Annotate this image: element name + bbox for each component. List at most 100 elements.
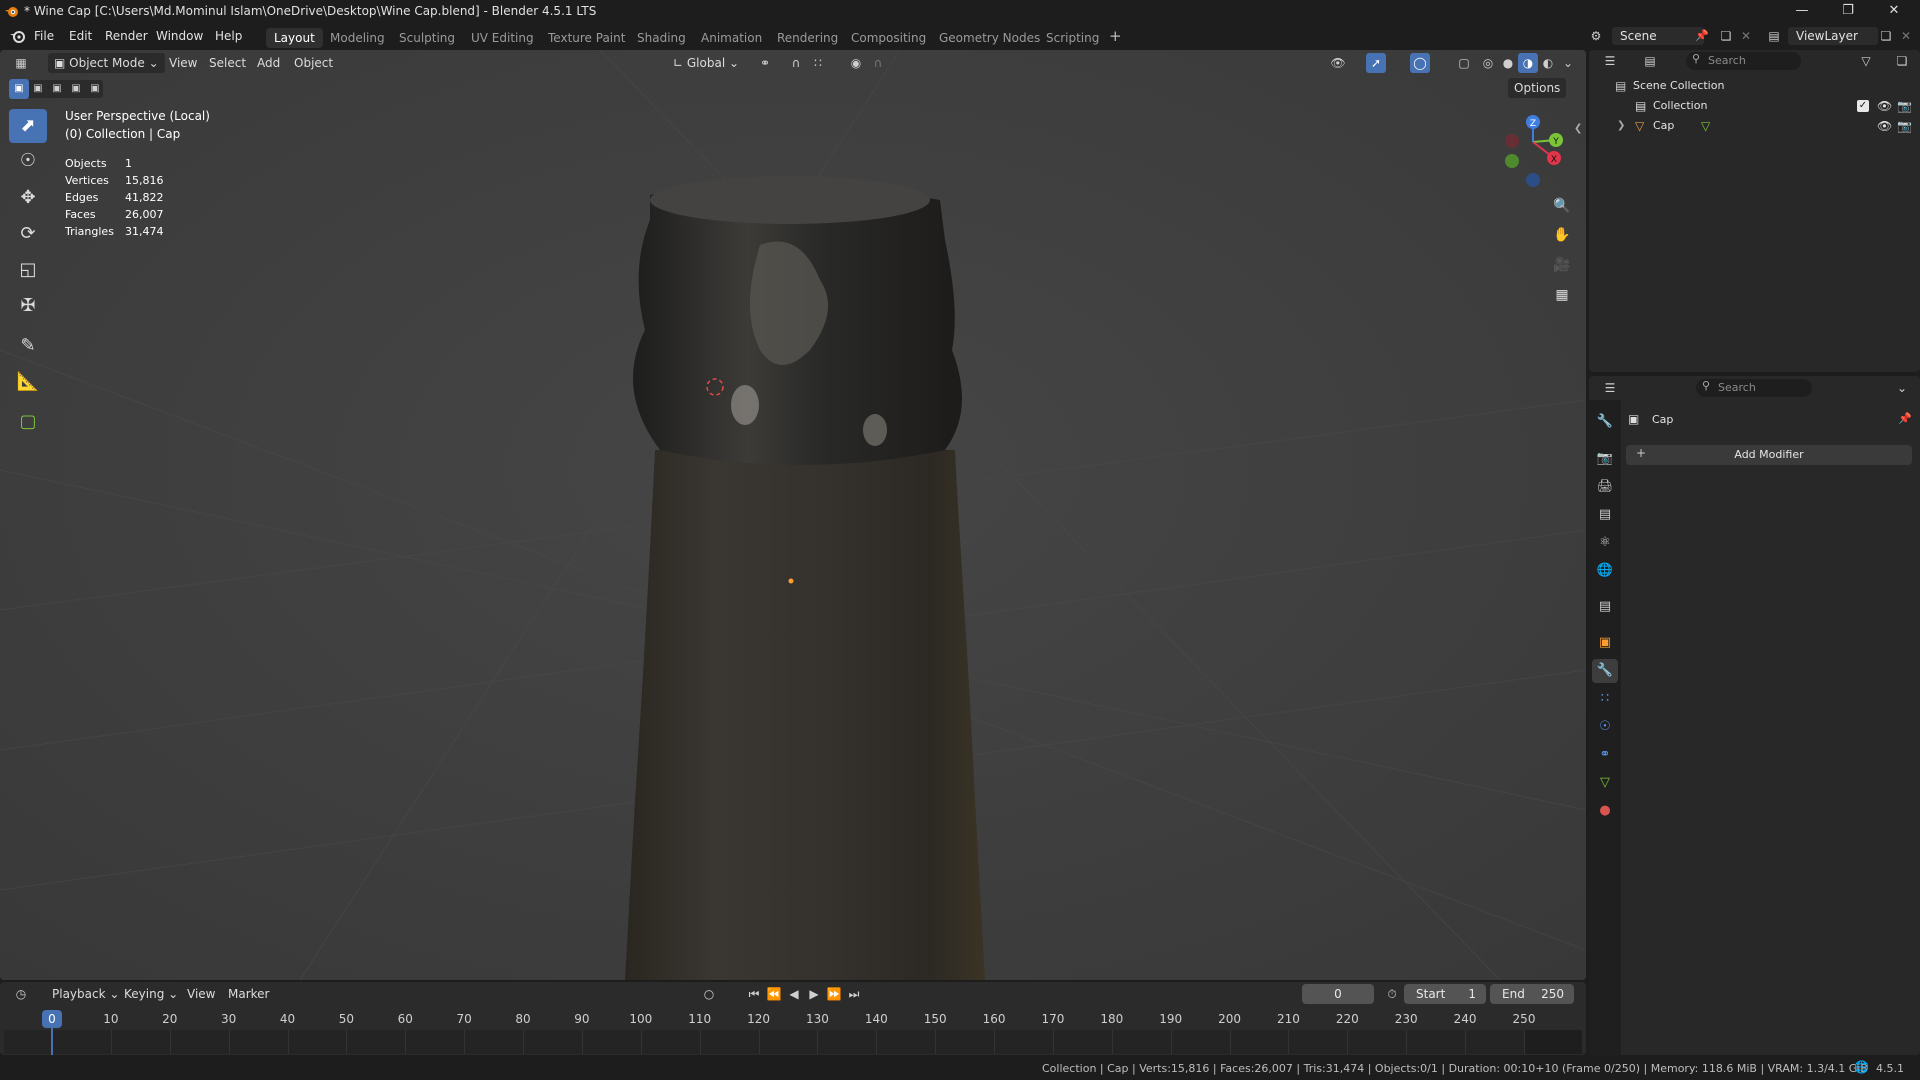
select-box-tool-icon[interactable]: ⬈ <box>9 109 47 143</box>
proportional-edit-icon[interactable]: ◉ <box>846 53 866 73</box>
tab-geometry-nodes[interactable]: Geometry Nodes <box>931 28 1048 48</box>
eye-icon[interactable]: 👁 <box>1877 116 1892 136</box>
new-scene-icon[interactable]: ❏ <box>1716 26 1736 46</box>
transform-orientation-dropdown[interactable]: ∟ Global ⌄ <box>667 53 745 73</box>
view-layer-tab-icon[interactable]: ▤ <box>1592 503 1618 527</box>
menu-window[interactable]: Window <box>156 29 203 43</box>
minimize-icon[interactable]: — <box>1780 2 1824 20</box>
tab-shading[interactable]: Shading <box>629 28 694 48</box>
editor-type-icon[interactable]: ▦ <box>11 53 31 73</box>
jump-start-icon[interactable]: ⏮ <box>744 984 764 1004</box>
properties-search-input[interactable]: Search <box>1696 379 1812 397</box>
object-mode-dropdown[interactable]: ▣ Object Mode ⌄ <box>48 53 165 73</box>
tab-texture-paint[interactable]: Texture Paint <box>540 28 633 48</box>
render-tab-icon[interactable]: 📷 <box>1592 447 1618 471</box>
stopwatch-icon[interactable]: ⏱ <box>1382 984 1402 1004</box>
outliner-editor-icon[interactable]: ☰ <box>1600 51 1620 71</box>
add-cube-tool-icon[interactable]: ▢ <box>9 405 47 439</box>
perspective-toggle-icon[interactable]: ▦ <box>1549 282 1575 308</box>
visibility-icon[interactable]: 👁 <box>1328 53 1348 73</box>
3d-viewport[interactable] <box>0 50 1586 980</box>
checkbox-icon[interactable]: ✓ <box>1857 100 1869 112</box>
data-tab-icon[interactable]: ▽ <box>1592 771 1618 795</box>
modifier-tab-icon[interactable]: 🔧 <box>1592 659 1618 683</box>
eye-icon[interactable]: 👁 <box>1877 96 1892 116</box>
outliner-row-cap[interactable]: ❯ ▽ Cap ▽ 👁 📷 <box>1589 116 1920 136</box>
camera-icon[interactable]: 📷 <box>1897 116 1912 136</box>
tab-compositing[interactable]: Compositing <box>843 28 934 48</box>
pan-hand-icon[interactable]: ✋ <box>1549 222 1575 248</box>
select-subtract-icon[interactable]: ▣ <box>47 79 67 99</box>
tab-layout[interactable]: Layout <box>266 28 323 48</box>
camera-view-icon[interactable]: 🎥 <box>1549 252 1575 278</box>
current-frame-field[interactable]: 0 <box>1302 984 1374 1004</box>
scene-field[interactable]: Scene <box>1612 27 1704 45</box>
physics-tab-icon[interactable]: ☉ <box>1592 715 1618 739</box>
options-dropdown[interactable]: Options <box>1508 78 1567 98</box>
particles-tab-icon[interactable]: ∷ <box>1592 687 1618 711</box>
menu-select[interactable]: Select <box>203 53 252 73</box>
move-tool-icon[interactable]: ✥ <box>9 181 47 215</box>
timeline-editor-icon[interactable]: ◷ <box>11 984 31 1004</box>
rendered-shading-icon[interactable]: ◐ <box>1538 53 1558 73</box>
navigation-gizmo[interactable]: Z Y X <box>1498 110 1568 190</box>
close-icon[interactable]: ✕ <box>1872 2 1916 20</box>
menu-view[interactable]: View <box>163 53 203 73</box>
jump-end-icon[interactable]: ⏭ <box>844 984 864 1004</box>
tab-uv-editing[interactable]: UV Editing <box>463 28 542 48</box>
expand-arrow-icon[interactable]: ❯ <box>1617 116 1625 136</box>
play-icon[interactable]: ▶ <box>804 984 824 1004</box>
xray-icon[interactable]: ▢ <box>1454 53 1474 73</box>
view-layer-icon[interactable]: ▤ <box>1764 26 1784 46</box>
delete-view-layer-icon[interactable]: ✕ <box>1896 26 1916 46</box>
tab-scripting[interactable]: Scripting <box>1038 28 1107 48</box>
gizmo-toggle-icon[interactable]: ➚ <box>1366 53 1386 73</box>
snap-icon[interactable]: ∩ <box>786 53 806 73</box>
annotate-tool-icon[interactable]: ✎ <box>9 329 47 363</box>
select-intersect-icon[interactable]: ▣ <box>85 79 105 99</box>
menu-view[interactable]: View <box>181 984 221 1004</box>
properties-options-icon[interactable]: ⌄ <box>1892 378 1912 398</box>
start-frame-field[interactable]: Start 1 <box>1404 984 1486 1004</box>
material-shading-icon[interactable]: ◑ <box>1518 53 1538 73</box>
scene-icon[interactable]: ⚙ <box>1586 26 1606 46</box>
tab-rendering[interactable]: Rendering <box>769 28 846 48</box>
select-invert-icon[interactable]: ▣ <box>66 79 86 99</box>
properties-editor-icon[interactable]: ☰ <box>1600 378 1620 398</box>
outliner-search-input[interactable]: Search <box>1686 52 1801 70</box>
new-collection-icon[interactable]: ❏ <box>1892 51 1912 71</box>
outliner-row-scene-collection[interactable]: ▤ Scene Collection <box>1589 76 1920 96</box>
measure-tool-icon[interactable]: 📐 <box>9 365 47 399</box>
menu-object[interactable]: Object <box>288 53 339 73</box>
output-tab-icon[interactable]: 🖨 <box>1592 475 1618 499</box>
add-workspace-icon[interactable]: + <box>1109 27 1122 45</box>
object-tab-icon[interactable]: ▣ <box>1592 631 1618 655</box>
outliner-row-collection[interactable]: ▤ Collection ✓ 👁 📷 <box>1589 96 1920 116</box>
snap-target-icon[interactable]: ∷ <box>808 53 828 73</box>
falloff-icon[interactable]: ∩ <box>868 53 888 73</box>
blender-menu-icon[interactable] <box>9 28 27 44</box>
select-new-icon[interactable]: ▣ <box>9 79 29 99</box>
collection-tab-icon[interactable]: ▤ <box>1592 595 1618 619</box>
world-tab-icon[interactable]: 🌐 <box>1592 559 1618 583</box>
view-layer-field[interactable]: ViewLayer <box>1788 27 1878 45</box>
jump-prev-keyframe-icon[interactable]: ⏪ <box>764 984 784 1004</box>
zoom-icon[interactable]: 🔍 <box>1549 193 1575 219</box>
menu-keying[interactable]: Keying ⌄ <box>118 984 184 1004</box>
jump-next-keyframe-icon[interactable]: ⏩ <box>824 984 844 1004</box>
new-view-layer-icon[interactable]: ❏ <box>1876 26 1896 46</box>
select-extend-icon[interactable]: ▣ <box>28 79 48 99</box>
camera-icon[interactable]: 📷 <box>1897 96 1912 116</box>
display-mode-icon[interactable]: ▤ <box>1640 51 1660 71</box>
delete-scene-icon[interactable]: ✕ <box>1736 26 1756 46</box>
tab-sculpting[interactable]: Sculpting <box>391 28 463 48</box>
scene-tab-icon[interactable]: ⚛ <box>1592 531 1618 555</box>
scale-tool-icon[interactable]: ◱ <box>9 253 47 287</box>
pin-icon[interactable]: 📌 <box>1898 412 1912 425</box>
menu-playback[interactable]: Playback ⌄ <box>46 984 125 1004</box>
cursor-tool-icon[interactable]: ☉ <box>9 144 47 178</box>
playhead[interactable]: 0 <box>42 1010 62 1028</box>
add-modifier-button[interactable]: + Add Modifier <box>1626 445 1912 465</box>
transform-tool-icon[interactable]: ✠ <box>9 289 47 323</box>
maximize-icon[interactable]: ❐ <box>1826 2 1870 20</box>
